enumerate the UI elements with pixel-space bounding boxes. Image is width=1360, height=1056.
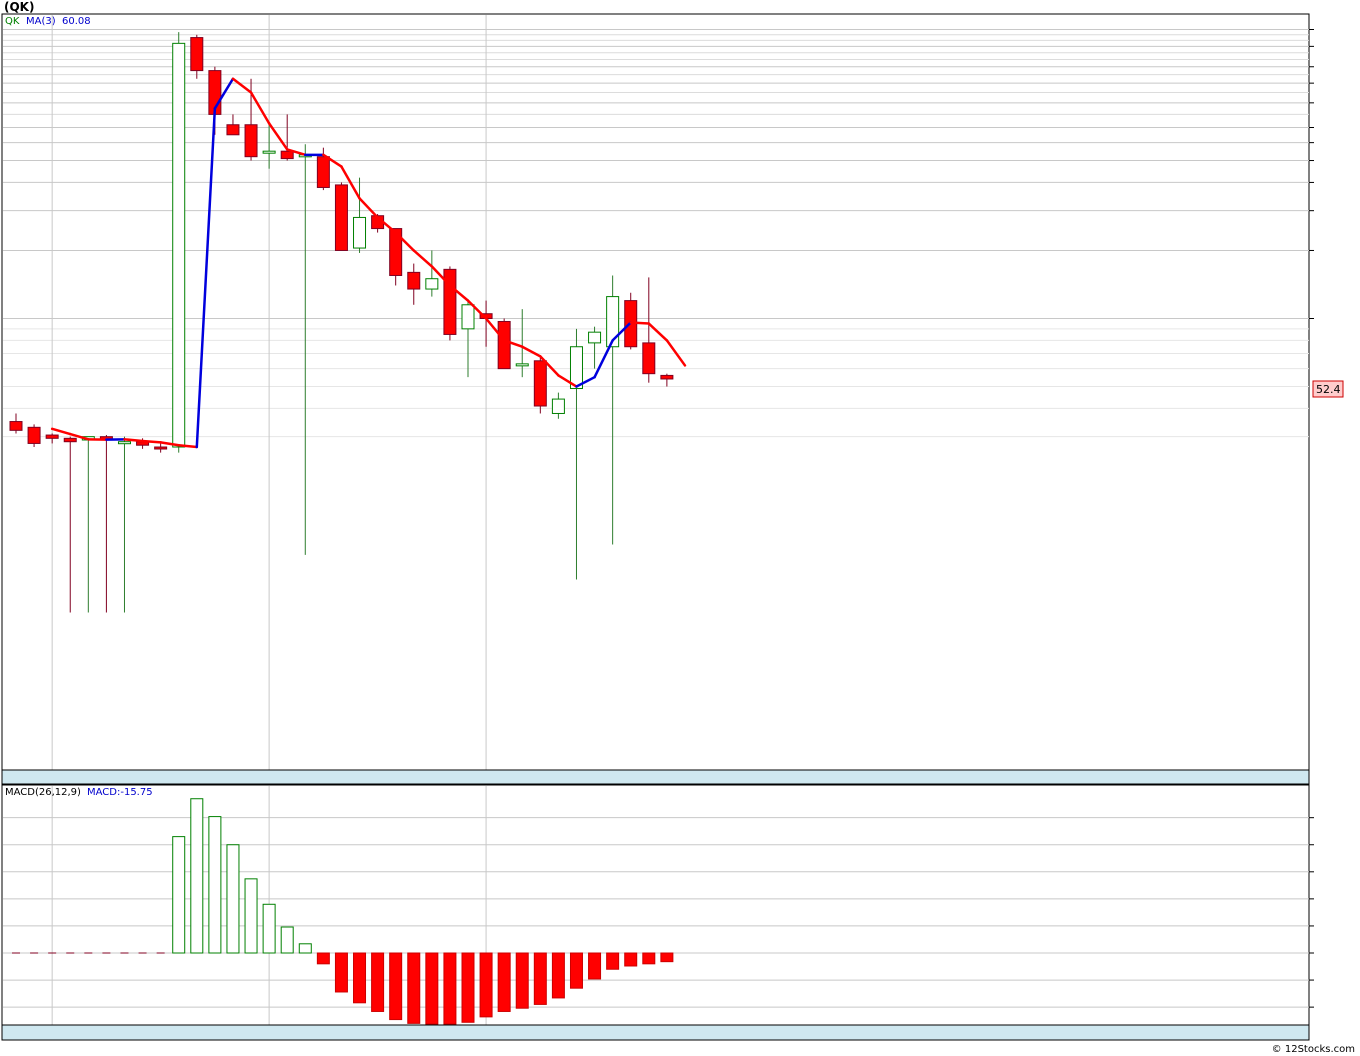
candle-body-up — [425, 278, 439, 290]
moving-average-segment — [123, 438, 144, 443]
legend-ma-label: MA(3) — [26, 16, 56, 27]
candle-body-down — [443, 268, 457, 335]
macd-bar-positive — [208, 816, 222, 954]
macd-bar-positive — [172, 836, 186, 954]
price-x-axis-band — [1, 769, 1310, 785]
macd-bar-negative — [515, 952, 529, 1009]
candle-body-up — [551, 398, 565, 414]
macd-bar-negative — [443, 952, 457, 1025]
candle-body-down — [497, 320, 511, 370]
macd-bar-positive — [298, 943, 312, 954]
macd-bar-negative — [461, 952, 475, 1023]
legend-ma-value: 60.08 — [62, 16, 91, 27]
candle-body-down — [244, 124, 258, 158]
candle-body-up — [569, 346, 583, 390]
candle-body-down — [226, 124, 240, 136]
legend-ticker: QK — [5, 16, 20, 27]
macd-bar-negative — [588, 952, 602, 980]
candle-body-down — [154, 446, 168, 450]
macd-x-axis-band — [1, 1024, 1310, 1041]
macd-bar-negative — [660, 952, 674, 963]
candle-body-up — [461, 304, 475, 330]
candle-body-up — [515, 363, 529, 367]
macd-bar-negative — [316, 952, 330, 965]
chart-title: (QK) — [4, 0, 34, 14]
price-panel-frame — [1, 13, 1310, 785]
macd-bar-negative — [606, 952, 620, 970]
footer-credit: © 12Stocks.com — [1272, 1044, 1355, 1055]
macd-bar-negative — [353, 952, 367, 1004]
candle-body-down — [334, 184, 348, 251]
candle-body-down — [660, 374, 674, 380]
macd-bar-positive — [190, 798, 204, 954]
macd-bar-negative — [371, 952, 385, 1012]
macd-bar-negative — [389, 952, 403, 1021]
candle-body-up — [117, 441, 131, 445]
candle-body-up — [262, 150, 276, 154]
candle-body-down — [27, 426, 41, 444]
legend-macd-label: MACD(26,12,9) — [5, 787, 81, 798]
macd-bar-positive — [226, 844, 240, 954]
macd-bar-negative — [425, 952, 439, 1025]
legend-macd-value: MACD:-15.75 — [87, 787, 153, 798]
macd-bar-negative — [642, 952, 656, 965]
macd-bar-positive — [262, 903, 276, 954]
candle-body-up — [172, 42, 186, 448]
candle-body-up — [353, 216, 367, 249]
candle-body-down — [642, 342, 656, 375]
qk-monthly-chart: (QK) QK MA(3) 60.08 52.4 MACD(26,12,9) M… — [0, 0, 1360, 1056]
macd-bar-negative — [497, 952, 511, 1012]
macd-bar-positive — [280, 926, 294, 954]
macd-bar-positive — [244, 878, 258, 954]
macd-bar-negative — [407, 952, 421, 1024]
macd-bar-negative — [624, 952, 638, 967]
macd-bar-negative — [569, 952, 583, 989]
macd-bar-negative — [334, 952, 348, 993]
candle-body-down — [533, 360, 547, 407]
macd-bar-negative — [551, 952, 565, 999]
moving-average-segment — [141, 439, 162, 444]
last-price-label: 52.4 — [1316, 383, 1341, 396]
macd-bar-negative — [533, 952, 547, 1005]
candle-body-down — [45, 434, 59, 439]
moving-average-segment — [629, 321, 651, 325]
candle-body-down — [407, 271, 421, 290]
candle-body-down — [9, 421, 23, 431]
candle-body-down — [190, 37, 204, 72]
macd-bar-negative — [479, 952, 493, 1018]
candle-body-down — [280, 150, 294, 160]
candle-body-down — [316, 156, 330, 188]
candle-body-up — [588, 331, 602, 344]
candle-body-down — [63, 437, 77, 443]
